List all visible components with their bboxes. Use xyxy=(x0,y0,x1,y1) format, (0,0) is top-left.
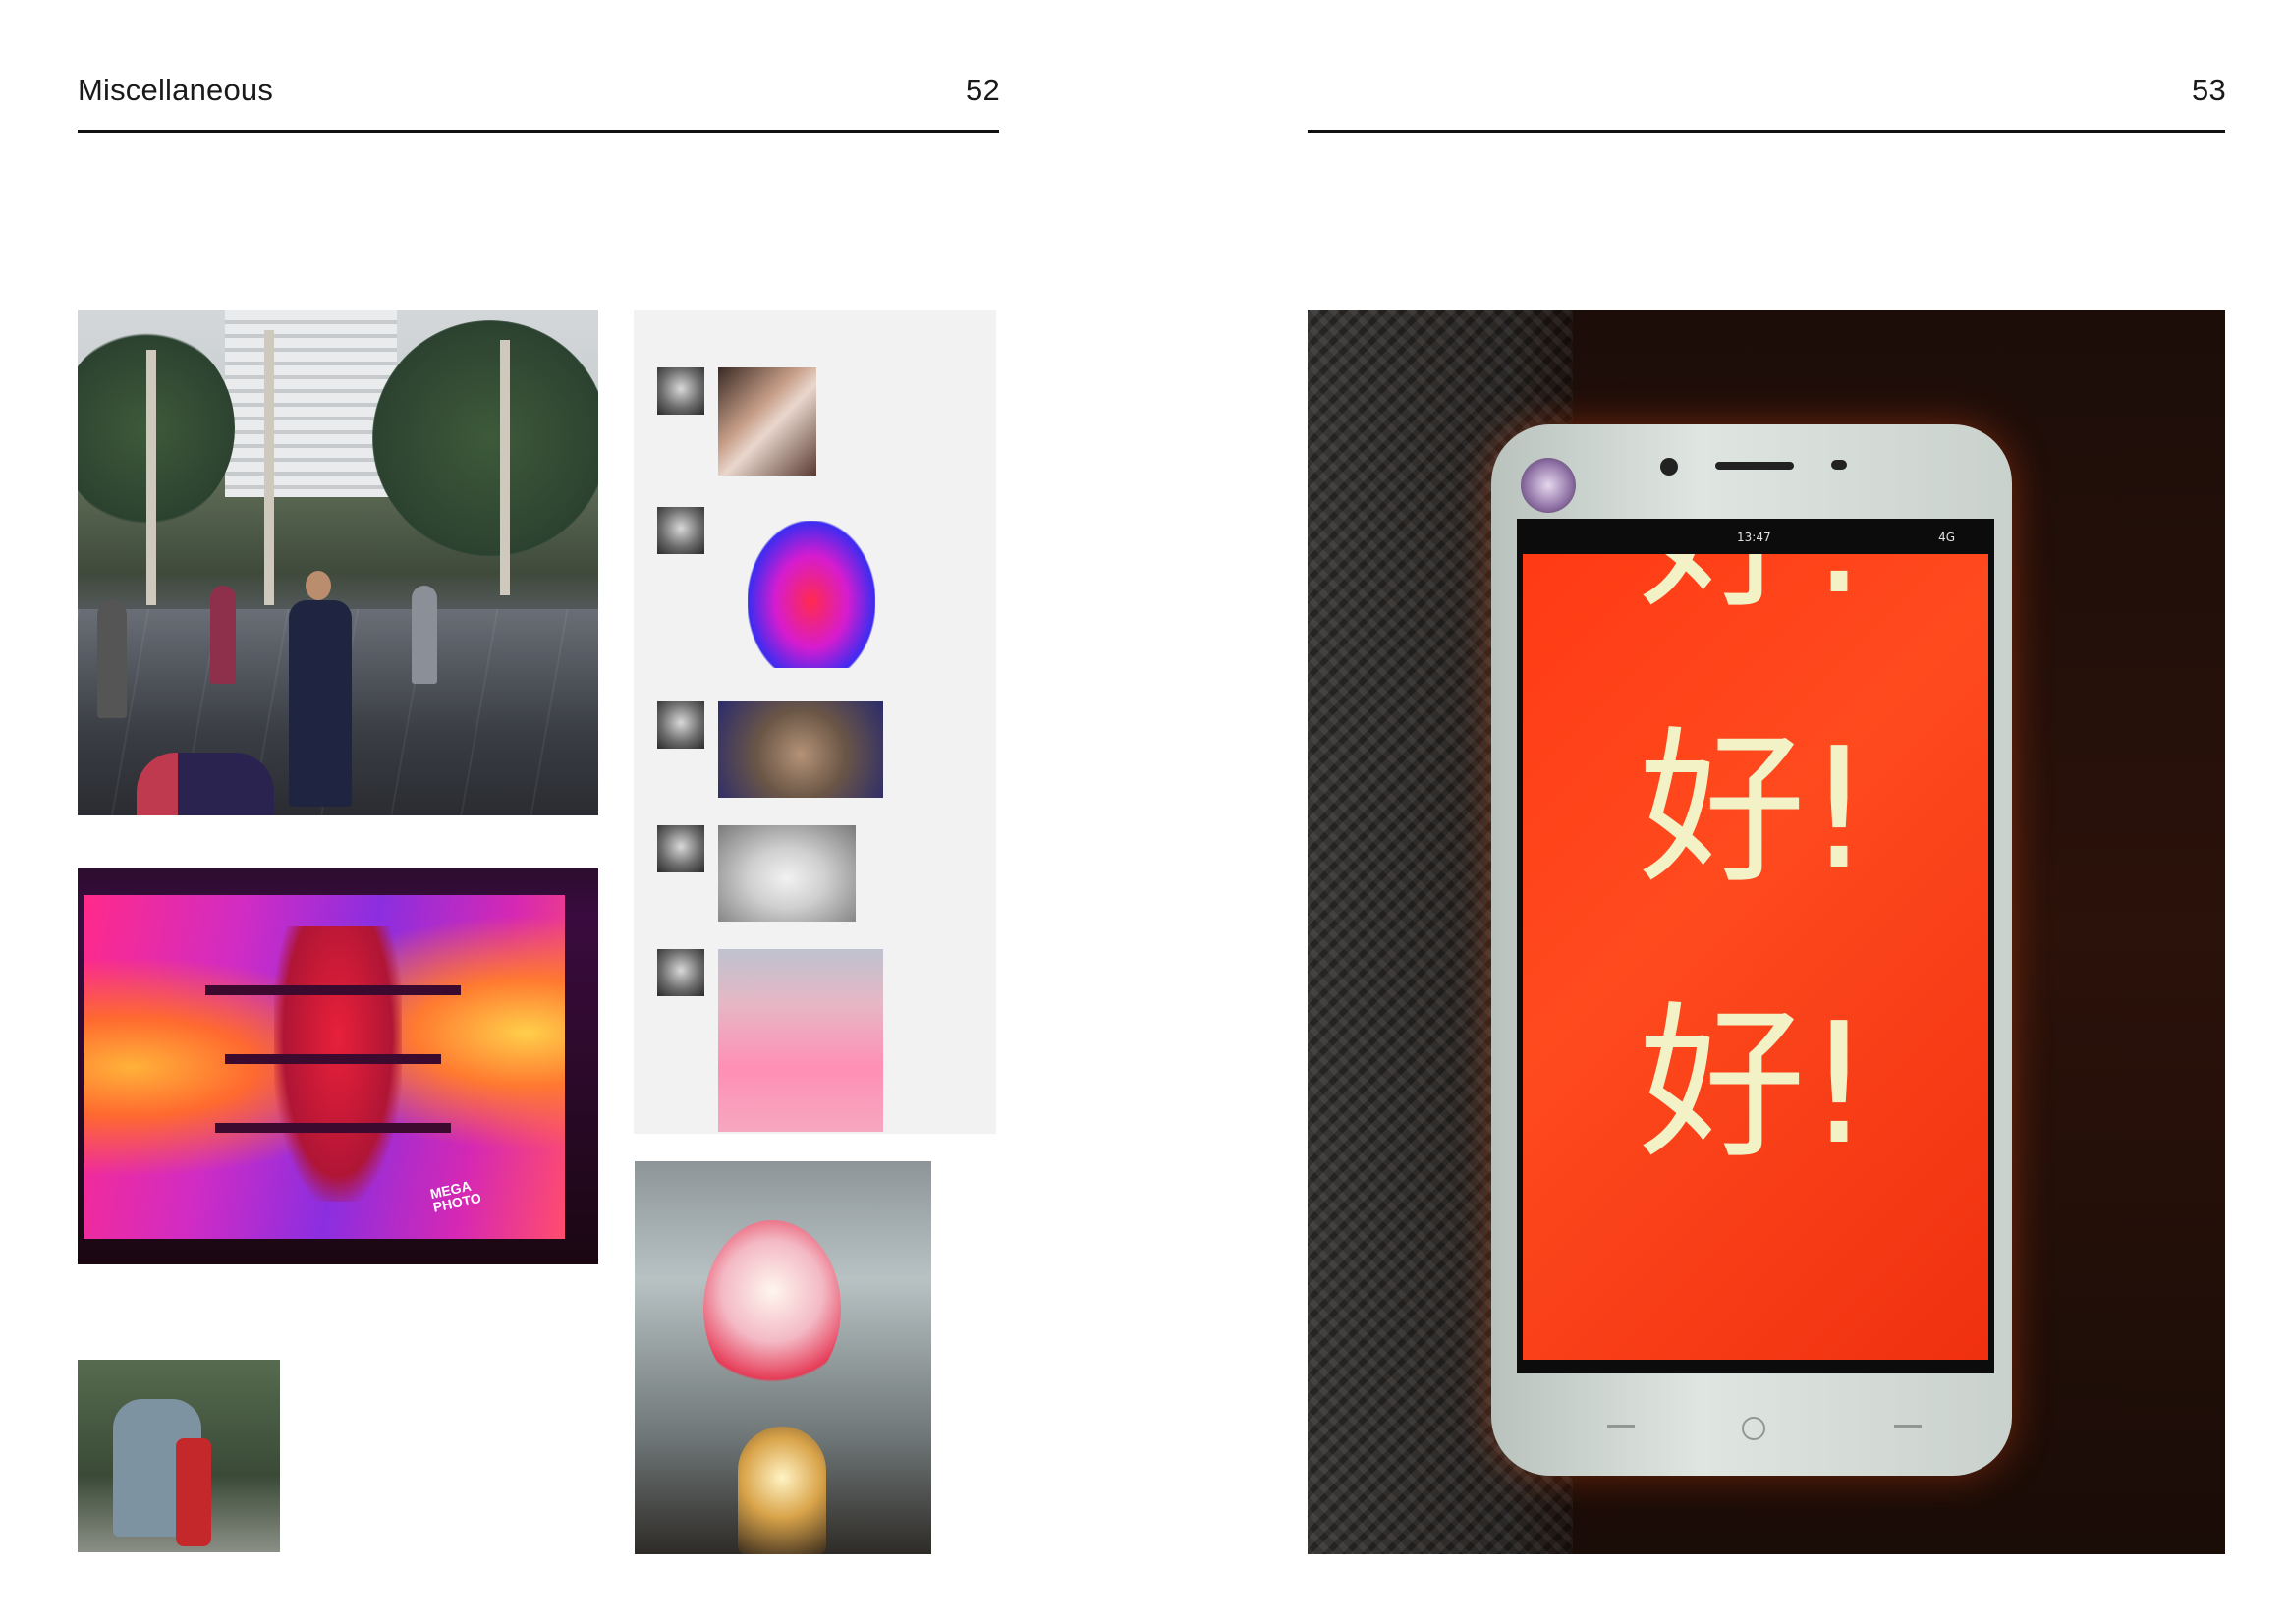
photo-phone-on-table: 13:47 4G 好! 好! 好! xyxy=(1308,310,2225,1554)
photo-glitch-band xyxy=(215,1123,451,1133)
photo-tree xyxy=(78,330,235,527)
photo-person-coat xyxy=(78,1360,280,1552)
avatar xyxy=(657,367,704,415)
sticker-rainbow-frog xyxy=(748,521,875,668)
photo-ring-light xyxy=(1521,458,1576,513)
phone-sensor xyxy=(1831,460,1847,470)
header-rule-right xyxy=(1308,130,2225,133)
phone-red-screen: 好! 好! 好! xyxy=(1523,554,1988,1360)
left-page: Miscellaneous 52 MEGA PHOTO xyxy=(0,0,1144,1624)
photo-tree-trunk xyxy=(500,340,510,595)
header-rule-left xyxy=(78,130,999,133)
photo-taichi-park xyxy=(78,310,598,815)
photo-glitch-band xyxy=(205,985,461,995)
sticker-surprised-cat xyxy=(718,701,883,798)
photo-phone: 13:47 4G 好! 好! 好! xyxy=(1491,424,2012,1476)
photo-vitrine-dog xyxy=(635,1161,931,1554)
photo-person-bystander xyxy=(210,586,236,684)
sticker-pink-cat xyxy=(718,949,883,1132)
photo-neon-screen: MEGA PHOTO xyxy=(78,868,598,1264)
right-page: 53 13:47 4G 好! 好! 好! xyxy=(1144,0,2289,1624)
phone-status-time: 13:47 xyxy=(1737,531,1771,544)
photo-red-garment xyxy=(176,1438,211,1546)
phone-home-key xyxy=(1742,1417,1765,1440)
phone-menu-key xyxy=(1894,1425,1922,1428)
phone-status-bar: 13:47 4G xyxy=(1517,519,1994,554)
phone-camera-icon xyxy=(1660,458,1678,476)
section-title: Miscellaneous xyxy=(78,73,274,107)
photo-dog-decoration xyxy=(703,1220,841,1397)
phone-back-key xyxy=(1607,1425,1635,1428)
photo-tree-trunk xyxy=(264,330,274,605)
avatar xyxy=(657,507,704,554)
photo-person-head xyxy=(306,571,331,600)
photo-glitched-figure xyxy=(274,926,402,1202)
sticker-owl xyxy=(718,825,856,922)
phone-screen: 13:47 4G 好! 好! 好! xyxy=(1517,519,1994,1373)
photo-person-bystander xyxy=(412,586,437,684)
phone-speaker xyxy=(1715,462,1794,470)
sticker-girls-photo xyxy=(718,367,816,476)
photo-glitch-band xyxy=(225,1054,441,1064)
photo-person-bystander xyxy=(97,600,127,718)
photo-building xyxy=(225,310,397,497)
chat-screenshot xyxy=(634,310,996,1134)
avatar xyxy=(657,701,704,749)
photo-tree-trunk xyxy=(146,350,156,605)
page-number-left: 52 xyxy=(966,73,1000,107)
photo-person-taichi xyxy=(289,600,352,807)
photo-lamp xyxy=(738,1427,826,1554)
phone-screen-text: 好! xyxy=(1523,554,1988,633)
photo-tree xyxy=(372,320,598,556)
page-number-right: 53 xyxy=(2192,73,2226,107)
photo-bag-pile xyxy=(137,753,274,815)
phone-screen-text: 好! xyxy=(1638,712,1873,907)
phone-screen-text: 好! xyxy=(1638,987,1873,1182)
avatar xyxy=(657,949,704,996)
phone-status-network: 4G xyxy=(1938,531,1955,544)
avatar xyxy=(657,825,704,872)
